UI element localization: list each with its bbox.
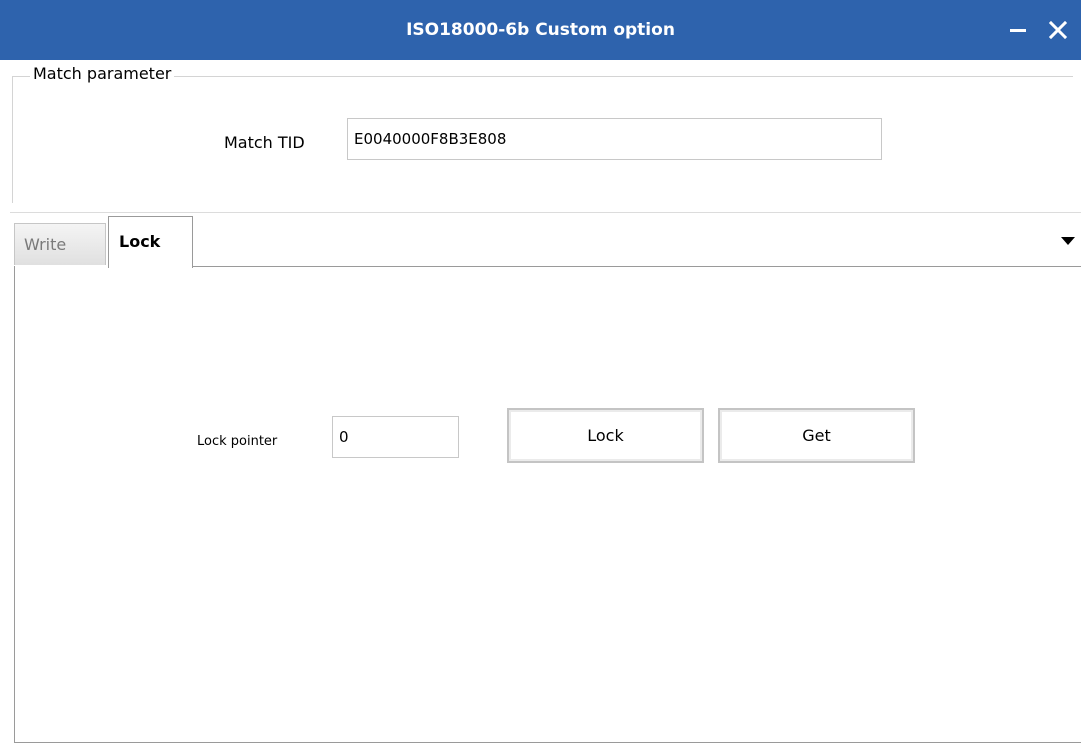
dropdown-arrow-icon[interactable]: [1058, 234, 1078, 248]
window-title: ISO18000-6b Custom option: [406, 20, 675, 40]
minimize-button[interactable]: [1000, 0, 1036, 60]
minimize-icon: [1010, 28, 1026, 32]
match-parameter-legend: Match parameter: [30, 64, 175, 83]
section-divider: [10, 212, 1081, 213]
title-bar: ISO18000-6b Custom option: [0, 0, 1081, 60]
dialog-window: ISO18000-6b Custom option Match paramete…: [0, 0, 1081, 744]
match-tid-label: Match TID: [224, 133, 305, 152]
close-icon: [1049, 21, 1067, 39]
lock-button[interactable]: Lock: [507, 408, 704, 463]
lock-pointer-input[interactable]: [332, 416, 459, 458]
close-button[interactable]: [1040, 0, 1076, 60]
tab-lock[interactable]: Lock: [108, 216, 193, 268]
tab-write[interactable]: Write: [14, 223, 106, 265]
lock-tab-panel: [14, 266, 1081, 743]
lock-pointer-label: Lock pointer: [197, 434, 278, 449]
match-tid-input[interactable]: [347, 118, 882, 160]
get-button[interactable]: Get: [718, 408, 915, 463]
